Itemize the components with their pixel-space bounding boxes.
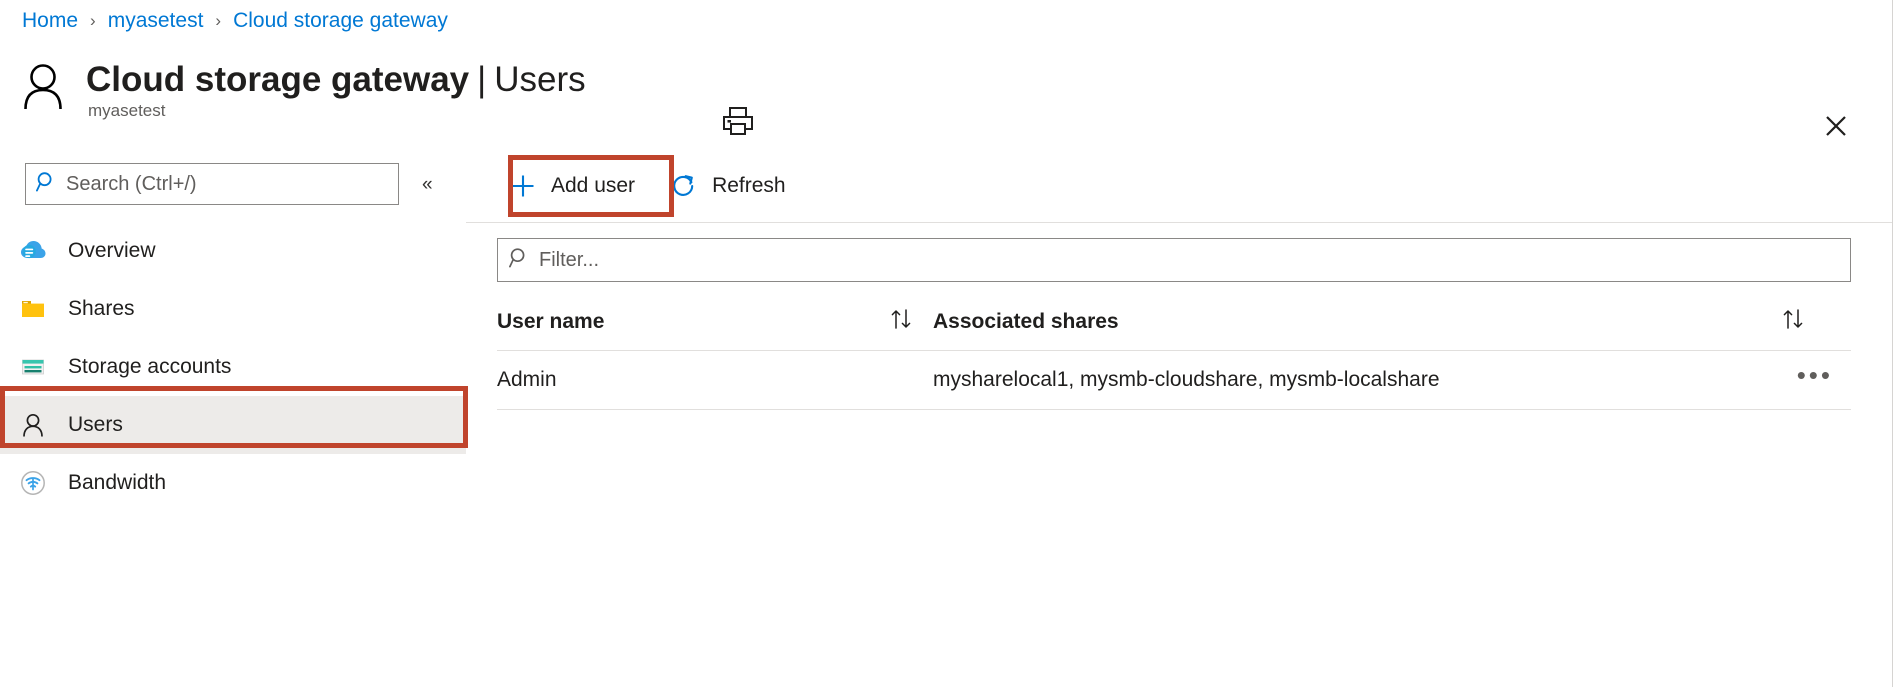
refresh-label: Refresh (712, 174, 786, 197)
sidebar-item-users[interactable]: Users (0, 396, 466, 454)
page-title-section: Users (494, 60, 586, 99)
breadcrumb-separator: › (215, 11, 222, 30)
sidebar-item-shares[interactable]: Shares (0, 280, 466, 338)
search-icon (36, 171, 57, 197)
cell-user-name: Admin (497, 368, 557, 391)
breadcrumb: Home › myasetest › Cloud storage gateway (0, 0, 448, 42)
cell-associated-shares: mysharelocal1, mysmb-cloudshare, mysmb-l… (933, 362, 1851, 392)
collapse-sidebar-button[interactable]: « (422, 175, 432, 194)
plus-icon (508, 171, 538, 201)
sidebar-nav: Overview Shares Storage accounts Users B… (0, 222, 466, 512)
sidebar-item-bandwidth[interactable]: Bandwidth (0, 454, 466, 512)
sidebar-item-label: Overview (68, 239, 156, 262)
cloud-icon (18, 236, 48, 266)
filter-box[interactable] (497, 238, 1851, 282)
ellipsis-icon[interactable]: ••• (1793, 362, 1837, 391)
filter-input[interactable] (539, 248, 1850, 272)
breadcrumb-item-myasetest[interactable]: myasetest (108, 9, 204, 33)
storage-account-icon (18, 352, 48, 382)
main-content: Add user Refresh User name (466, 150, 1893, 687)
sidebar-item-label: Users (68, 413, 123, 436)
sidebar-item-storage-accounts[interactable]: Storage accounts (0, 338, 466, 396)
column-header-label: User name (497, 310, 605, 333)
sidebar-item-label: Bandwidth (68, 471, 167, 494)
sort-updown-icon (889, 307, 915, 337)
bandwidth-icon (18, 468, 48, 498)
search-icon (509, 247, 530, 273)
users-table: User name Associated shares Admin myshar… (497, 294, 1851, 410)
add-user-button[interactable]: Add user (508, 164, 635, 208)
breadcrumb-item-home[interactable]: Home (22, 9, 78, 33)
person-icon (18, 410, 48, 440)
add-user-label: Add user (551, 174, 636, 197)
search-input[interactable] (66, 172, 366, 196)
table-row[interactable]: Admin mysharelocal1, mysmb-cloudshare, m… (497, 351, 1851, 410)
sidebar-item-label: Shares (68, 297, 135, 320)
folder-icon (18, 294, 48, 324)
column-header-associated-shares[interactable]: Associated shares (933, 307, 1851, 337)
column-header-label: Associated shares (933, 310, 1119, 333)
page-title-separator: | (477, 60, 487, 99)
associated-shares-value: mysharelocal1, mysmb-cloudshare, mysmb-l… (933, 368, 1440, 391)
search-box[interactable] (25, 163, 399, 205)
sidebar-item-label: Storage accounts (68, 355, 232, 378)
page-title: Cloud storage gateway | Users (86, 60, 586, 100)
page-header: Cloud storage gateway | Users myasetest (0, 44, 1893, 136)
column-header-user-name[interactable]: User name (497, 307, 933, 337)
sidebar: « Overview Shar (0, 150, 466, 687)
refresh-icon (669, 171, 699, 201)
sort-updown-icon (1781, 307, 1807, 337)
breadcrumb-item-cloud-storage-gateway[interactable]: Cloud storage gateway (233, 9, 448, 33)
page-subtitle: myasetest (88, 101, 166, 120)
breadcrumb-separator: › (90, 11, 96, 30)
print-icon[interactable] (718, 104, 758, 138)
person-icon (20, 62, 66, 110)
page-title-main: Cloud storage gateway (86, 60, 470, 99)
table-header-row: User name Associated shares (497, 294, 1851, 351)
command-bar: Add user Refresh (466, 150, 820, 222)
close-icon[interactable] (1816, 106, 1856, 146)
sidebar-item-overview[interactable]: Overview (0, 222, 466, 280)
toolbar-divider (466, 222, 1893, 223)
refresh-button[interactable]: Refresh (669, 164, 786, 208)
